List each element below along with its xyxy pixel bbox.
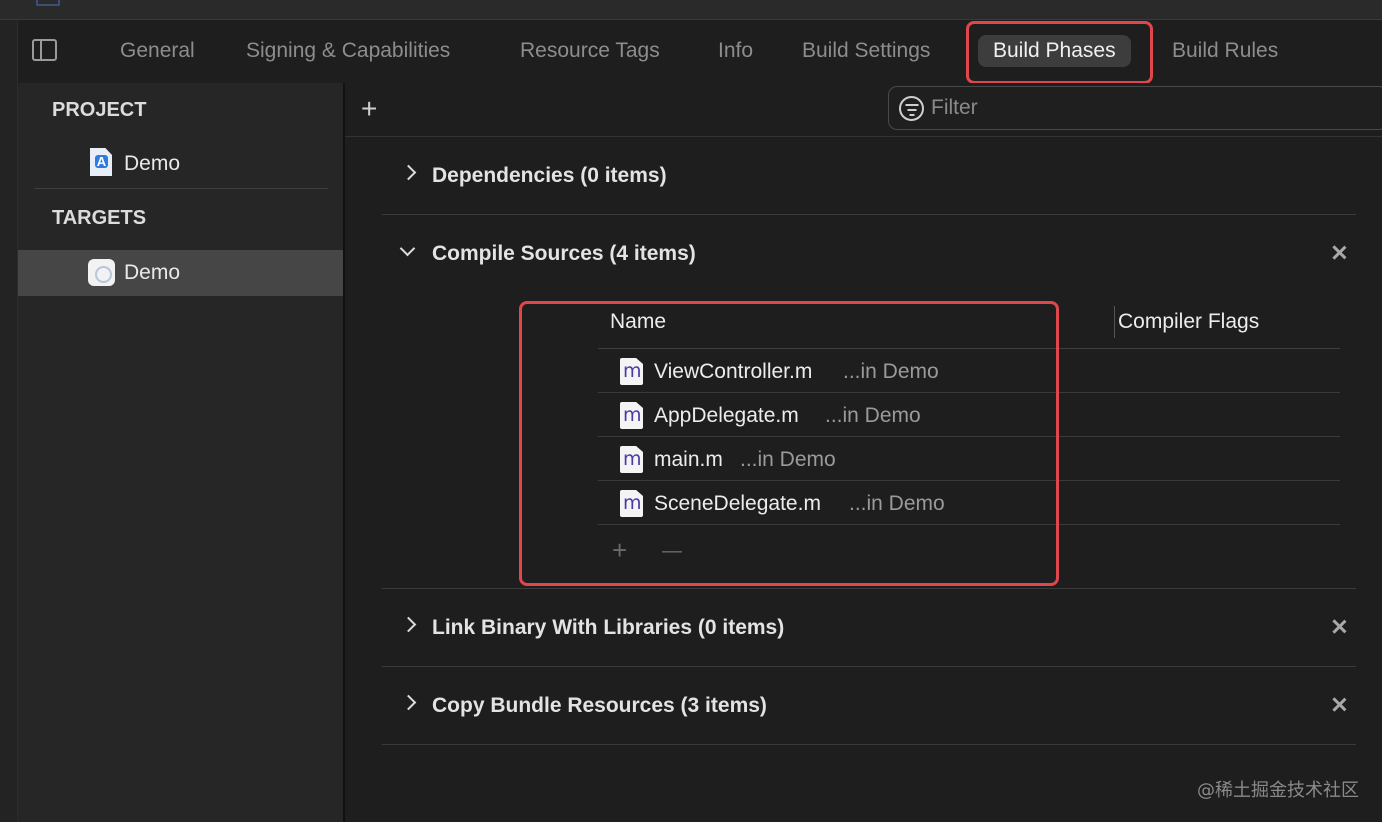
file-location: ...in Demo xyxy=(843,360,939,383)
table-row[interactable]: m AppDelegate.m ...in Demo xyxy=(598,393,1340,437)
sidebar-item-project-demo[interactable]: Demo xyxy=(18,141,343,187)
objc-m-file-icon: m xyxy=(620,490,643,517)
editor-tab-bar: General Signing & Capabilities Resource … xyxy=(18,21,1382,83)
build-phases-editor: + Dependencies (0 items) Compile Sources… xyxy=(345,83,1382,822)
left-gutter xyxy=(0,20,18,822)
file-location: ...in Demo xyxy=(740,448,836,471)
project-section-header: PROJECT xyxy=(52,99,147,121)
phase-title[interactable]: Link Binary With Libraries (0 items) xyxy=(432,616,784,640)
tab-build-settings[interactable]: Build Settings xyxy=(802,35,930,67)
file-location: ...in Demo xyxy=(849,492,945,515)
filter-input[interactable] xyxy=(931,93,1371,123)
sidebar-item-label: Demo xyxy=(124,261,181,284)
phases-toolbar: + xyxy=(345,83,1382,137)
filter-field[interactable] xyxy=(888,86,1382,130)
tab-build-phases[interactable]: Build Phases xyxy=(978,35,1131,67)
file-name: ViewController.m xyxy=(654,360,813,383)
project-file-icon xyxy=(90,148,112,176)
add-file-button[interactable]: + xyxy=(612,535,627,566)
file-name: SceneDelegate.m xyxy=(654,492,821,515)
table-row[interactable]: m SceneDelegate.m ...in Demo xyxy=(598,481,1340,525)
phase-copy-bundle-resources: Copy Bundle Resources (3 items) xyxy=(382,667,1356,745)
file-name: AppDelegate.m xyxy=(654,404,799,427)
phase-title[interactable]: Compile Sources (4 items) xyxy=(432,242,696,266)
close-icon[interactable] xyxy=(1330,617,1348,635)
phase-link-binary: Link Binary With Libraries (0 items) xyxy=(382,589,1356,667)
column-header-name[interactable]: Name xyxy=(610,310,666,334)
phase-title[interactable]: Copy Bundle Resources (3 items) xyxy=(432,694,767,718)
add-build-phase-button[interactable]: + xyxy=(361,93,377,125)
table-row[interactable]: m ViewController.m ...in Demo xyxy=(598,349,1340,393)
sidebar-divider xyxy=(34,188,328,189)
tab-info[interactable]: Info xyxy=(718,35,753,67)
close-icon[interactable] xyxy=(1330,695,1348,713)
close-icon[interactable] xyxy=(1330,243,1348,261)
remove-file-button[interactable]: — xyxy=(662,540,682,563)
targets-section-header: TARGETS xyxy=(52,207,147,229)
sidebar-item-target-demo[interactable]: Demo xyxy=(18,250,343,296)
table-row[interactable]: m main.m ...in Demo xyxy=(598,437,1340,481)
window-top-strip xyxy=(0,0,1382,20)
file-location: ...in Demo xyxy=(825,404,921,427)
column-separator[interactable] xyxy=(1114,306,1115,338)
filter-icon xyxy=(899,96,924,121)
sidebar-toggle-icon[interactable] xyxy=(32,39,57,61)
watermark: @稀土掘金技术社区 xyxy=(1197,780,1359,801)
file-name: main.m xyxy=(654,448,723,471)
phase-title[interactable]: Dependencies (0 items) xyxy=(432,164,667,188)
tab-general[interactable]: General xyxy=(120,35,195,67)
objc-m-file-icon: m xyxy=(620,446,643,473)
tab-build-rules[interactable]: Build Rules xyxy=(1172,35,1278,67)
tab-signing-capabilities[interactable]: Signing & Capabilities xyxy=(246,35,450,67)
objc-m-file-icon: m xyxy=(620,358,643,385)
tab-resource-tags[interactable]: Resource Tags xyxy=(520,35,660,67)
sidebar-item-label: Demo xyxy=(124,152,181,175)
column-header-compiler-flags[interactable]: Compiler Flags xyxy=(1118,310,1259,334)
document-icon xyxy=(36,0,60,6)
objc-m-file-icon: m xyxy=(620,402,643,429)
project-navigator-sidebar: PROJECT Demo TARGETS Demo xyxy=(18,83,345,822)
app-target-icon xyxy=(88,259,115,286)
phase-dependencies: Dependencies (0 items) xyxy=(382,137,1356,215)
